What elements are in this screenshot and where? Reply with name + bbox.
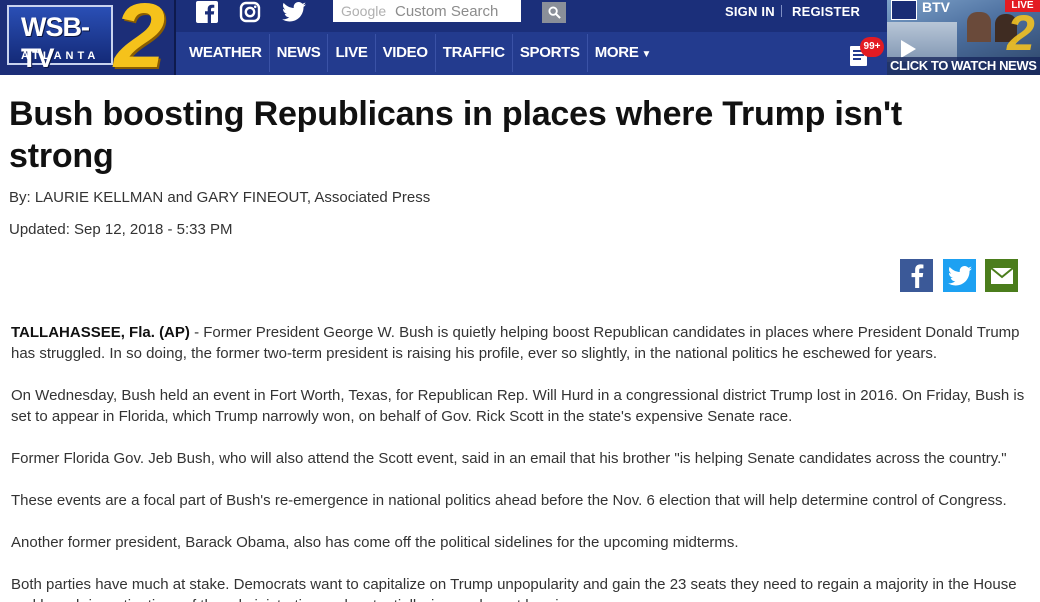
site-logo[interactable]: WSB-TV ATLANTA 2 [0, 0, 176, 82]
nav-item-news[interactable]: NEWS [270, 34, 329, 72]
nav-more-label: MORE [594, 44, 639, 61]
twitter-icon[interactable] [282, 0, 306, 24]
share-facebook-button[interactable] [900, 259, 933, 292]
twitter-icon [947, 265, 972, 285]
chevron-down-icon: ▼ [641, 49, 652, 60]
article-paragraph: Former Florida Gov. Jeb Bush, who will a… [11, 450, 1007, 467]
article-paragraph: On Wednesday, Bush held an event in Fort… [11, 387, 1025, 425]
logo-number: 2 [114, 0, 166, 87]
share-email-button[interactable] [985, 259, 1018, 292]
article-paragraph: Both parties have much at stake. Democra… [11, 576, 1017, 602]
logo-city: ATLANTA [21, 50, 100, 62]
article-paragraph: These events are a focal part of Bush's … [11, 492, 1007, 509]
video-station-brand: BTV [922, 0, 950, 15]
nav-item-more[interactable]: MORE ▼ [588, 34, 658, 72]
article-headline: Bush boosting Republicans in places wher… [9, 95, 902, 175]
video-still-building [887, 22, 957, 62]
nav-item-sports[interactable]: SPORTS [513, 34, 588, 72]
article-paragraph: Another former president, Barack Obama, … [11, 534, 739, 551]
nav-item-live[interactable]: LIVE [328, 34, 376, 72]
logo-badge: WSB-TV ATLANTA [7, 5, 113, 73]
live-video-thumbnail[interactable]: BTV 2 LIVE CLICK TO WATCH NEWS [887, 0, 1040, 75]
watch-news-caption[interactable]: CLICK TO WATCH NEWS [887, 57, 1040, 75]
share-twitter-button[interactable] [943, 259, 976, 292]
live-badge: LIVE [1005, 0, 1040, 12]
article-dateline: TALLAHASSEE, Fla. (AP) [11, 324, 190, 341]
site-header: WSB-TV ATLANTA 2 Google SIGN IN REGISTER… [0, 0, 1040, 82]
nav-item-weather[interactable]: WEATHER [182, 34, 270, 72]
video-station-logo [891, 0, 917, 20]
article-updated-timestamp: Updated: Sep 12, 2018 - 5:33 PM [9, 221, 233, 238]
search-button[interactable] [542, 2, 566, 23]
sign-in-link[interactable]: SIGN IN [725, 4, 775, 19]
instagram-icon[interactable] [238, 0, 262, 24]
notifications-badge: 99+ [860, 37, 884, 57]
search-icon [547, 6, 561, 19]
facebook-icon[interactable] [195, 0, 219, 24]
video-channel-number: 2 [1007, 5, 1035, 61]
email-icon [990, 267, 1013, 284]
site-search: Google [333, 0, 521, 22]
video-still-anchor [967, 12, 991, 42]
nav-item-video[interactable]: VIDEO [376, 34, 436, 72]
search-input[interactable] [333, 0, 521, 22]
play-icon[interactable] [901, 40, 916, 58]
main-nav: WEATHER NEWS LIVE VIDEO TRAFFIC SPORTS M… [182, 34, 658, 72]
article-byline: By: LAURIE KELLMAN and GARY FINEOUT, Ass… [9, 189, 431, 206]
logo-text: WSB-TV [21, 12, 90, 73]
article-paragraph: TALLAHASSEE, Fla. (AP) - Former Presiden… [11, 322, 1029, 364]
account-divider [781, 5, 782, 17]
facebook-icon [911, 263, 923, 288]
register-link[interactable]: REGISTER [792, 4, 860, 19]
nav-item-traffic[interactable]: TRAFFIC [436, 34, 513, 72]
